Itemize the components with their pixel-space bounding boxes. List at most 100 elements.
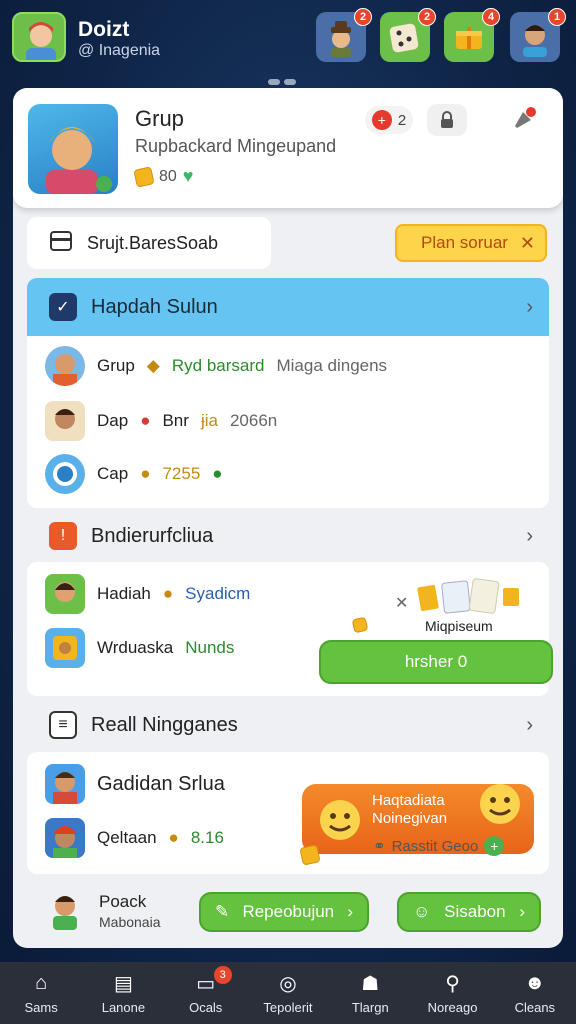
nav-item-home[interactable]: ⌂ Sams bbox=[1, 972, 81, 1015]
plan-button[interactable]: Plan soruar ✕ bbox=[395, 224, 547, 262]
plus-icon[interactable]: + bbox=[484, 836, 505, 856]
profile-icon: ☻ bbox=[524, 972, 546, 994]
search-value: Srujt.BaresSoab bbox=[87, 232, 219, 253]
item-detail: 8.16 bbox=[190, 828, 224, 847]
search-input[interactable]: Srujt.BaresSoab bbox=[27, 217, 271, 269]
message-icon: ☺ bbox=[413, 902, 431, 921]
nav-item-target[interactable]: ◎ Tepolerit bbox=[248, 972, 328, 1015]
item-name: Qeltaan bbox=[97, 828, 157, 847]
item-status: Bnr bbox=[162, 411, 189, 430]
lips-icon: ● bbox=[140, 411, 151, 430]
chevron-right-icon[interactable]: › bbox=[526, 714, 533, 737]
list-item[interactable]: Wrduaska Nunds bbox=[45, 628, 234, 668]
item-name: Wrduaska bbox=[97, 638, 174, 657]
flag-icon: ! bbox=[49, 522, 77, 550]
nav-label: Ocals bbox=[189, 999, 223, 1015]
globe-icon bbox=[45, 454, 85, 494]
list-item[interactable]: Gadidan Srlua bbox=[45, 764, 225, 804]
section-title: Hapdah Sulun bbox=[91, 295, 218, 318]
section-header-2[interactable]: ! Bndierurfcliua › bbox=[27, 511, 549, 561]
document-icon: ≡ bbox=[49, 711, 77, 739]
search-icon: ⚲ bbox=[445, 973, 460, 995]
inbox-icon bbox=[49, 230, 73, 257]
avatar-icon[interactable]: 1 bbox=[510, 8, 566, 62]
repeat-button[interactable]: ✎ Repeobujun › bbox=[199, 892, 369, 932]
smiley-icon bbox=[480, 784, 520, 824]
chevron-right-icon[interactable]: › bbox=[526, 296, 533, 319]
section-header-1[interactable]: ✓ Hapdah Sulun › bbox=[27, 278, 549, 336]
nav-item-profile[interactable]: ☻ Cleans bbox=[495, 972, 575, 1015]
home-icon: ⌂ bbox=[35, 972, 48, 994]
member-count-pill[interactable]: + 2 bbox=[365, 106, 413, 134]
nav-label: Tepolerit bbox=[263, 999, 313, 1015]
claim-button[interactable]: hrsher 0 bbox=[319, 640, 553, 684]
group-card[interactable]: Grup Rupbackard Mingeupand 80 ♥ + 2 bbox=[13, 88, 563, 208]
item-detail: Miaga dingens bbox=[276, 356, 388, 375]
promo-line-1: Haqtadiata bbox=[372, 792, 445, 809]
user-avatar[interactable] bbox=[12, 12, 66, 62]
item-status: Syadicm bbox=[185, 584, 251, 603]
online-dot-icon: ● bbox=[212, 464, 223, 483]
emoji-icon: ● bbox=[162, 584, 174, 603]
footer-name: Poack bbox=[99, 892, 147, 911]
list-item[interactable]: Grup ◆ Ryd barsard Miaga dingens bbox=[45, 346, 387, 386]
coin-icon bbox=[133, 165, 155, 188]
group-title: Grup bbox=[135, 106, 184, 131]
item-name: Grup bbox=[97, 356, 135, 375]
document-icon: ▤ bbox=[113, 973, 133, 995]
close-icon[interactable]: ✕ bbox=[520, 233, 535, 254]
lock-icon[interactable] bbox=[427, 104, 467, 136]
chevron-right-icon: › bbox=[519, 902, 525, 921]
item-name: Dap bbox=[97, 411, 129, 430]
section-header-3[interactable]: ≡ Reall Ningganes › bbox=[27, 700, 549, 750]
coin-count: 80 bbox=[159, 167, 177, 185]
notification-badge: 3 bbox=[213, 965, 232, 984]
hat-man-icon[interactable]: 2 bbox=[316, 8, 372, 62]
item-name: Cap bbox=[97, 464, 129, 483]
section-title: Bndierurfcliua bbox=[91, 524, 214, 547]
group-icon: ☗ bbox=[361, 973, 380, 995]
claim-button-label: hrsher 0 bbox=[404, 652, 468, 671]
link-icon: ⚭ bbox=[373, 838, 386, 855]
sisabon-button[interactable]: ☺ Sisabon › bbox=[397, 892, 541, 932]
gem-icon: ◆ bbox=[146, 356, 160, 375]
notification-badge: 2 bbox=[354, 8, 372, 26]
item-status: Ryd barsard bbox=[171, 356, 265, 375]
nav-item-chat[interactable]: ▭ 3 Ocals bbox=[166, 965, 246, 1015]
notification-badge: 1 bbox=[548, 8, 566, 26]
nav-label: Noreago bbox=[427, 999, 478, 1015]
gift-icon[interactable]: 4 bbox=[444, 8, 500, 62]
mute-icon[interactable] bbox=[503, 104, 543, 136]
repeat-button-label: Repeobujun bbox=[242, 902, 335, 921]
target-icon: ◎ bbox=[279, 973, 297, 995]
plan-button-label: Plan soruar bbox=[421, 233, 508, 252]
footer-sub: Mabonaia bbox=[99, 914, 161, 930]
avatar bbox=[45, 574, 85, 614]
user-name: Doizt bbox=[78, 18, 130, 41]
nav-item-document[interactable]: ▤ Lanone bbox=[83, 972, 163, 1015]
nav-label: Tlargn bbox=[351, 999, 389, 1015]
item-detail: 2066n bbox=[229, 411, 278, 430]
shield-icon: ✓ bbox=[49, 293, 77, 321]
promo-caption[interactable]: ⚭ Rasstit Geoo + bbox=[373, 836, 505, 856]
bottom-nav: ⌂ Sams ▤ Lanone ▭ 3 Ocals ◎ Tepolerit ☗ … bbox=[0, 962, 576, 1024]
footer-row: Poack Mabonaia ✎ Repeobujun › ☺ Sisabon … bbox=[27, 878, 549, 942]
dice-icon[interactable]: 2 bbox=[380, 8, 436, 62]
list-item[interactable]: Hadiah ● Syadicm bbox=[45, 574, 250, 614]
promo-caption-text: Rasstit Geoo bbox=[391, 837, 479, 855]
user-handle: @ Inagenia bbox=[78, 42, 161, 59]
group-coins: 80 ♥ bbox=[133, 165, 194, 188]
chat-icon: ✎ bbox=[215, 902, 230, 921]
promo-label: Miqpiseum bbox=[425, 618, 493, 634]
group-avatar bbox=[28, 104, 118, 194]
item-name: Hadiah bbox=[97, 584, 151, 603]
nav-item-group[interactable]: ☗ Tlargn bbox=[330, 972, 410, 1015]
list-item[interactable]: Dap ● Bnr ɉia 2066n bbox=[45, 401, 277, 441]
chevron-right-icon: › bbox=[347, 902, 353, 921]
list-item[interactable]: Cap ● 7255 ● bbox=[45, 454, 223, 494]
heart-icon: ♥ bbox=[182, 166, 194, 186]
notification-badge: 4 bbox=[482, 8, 500, 26]
list-item[interactable]: Qeltaan ● 8.16 bbox=[45, 818, 224, 858]
nav-item-search[interactable]: ⚲ Noreago bbox=[413, 972, 493, 1015]
chevron-right-icon[interactable]: › bbox=[526, 525, 533, 548]
